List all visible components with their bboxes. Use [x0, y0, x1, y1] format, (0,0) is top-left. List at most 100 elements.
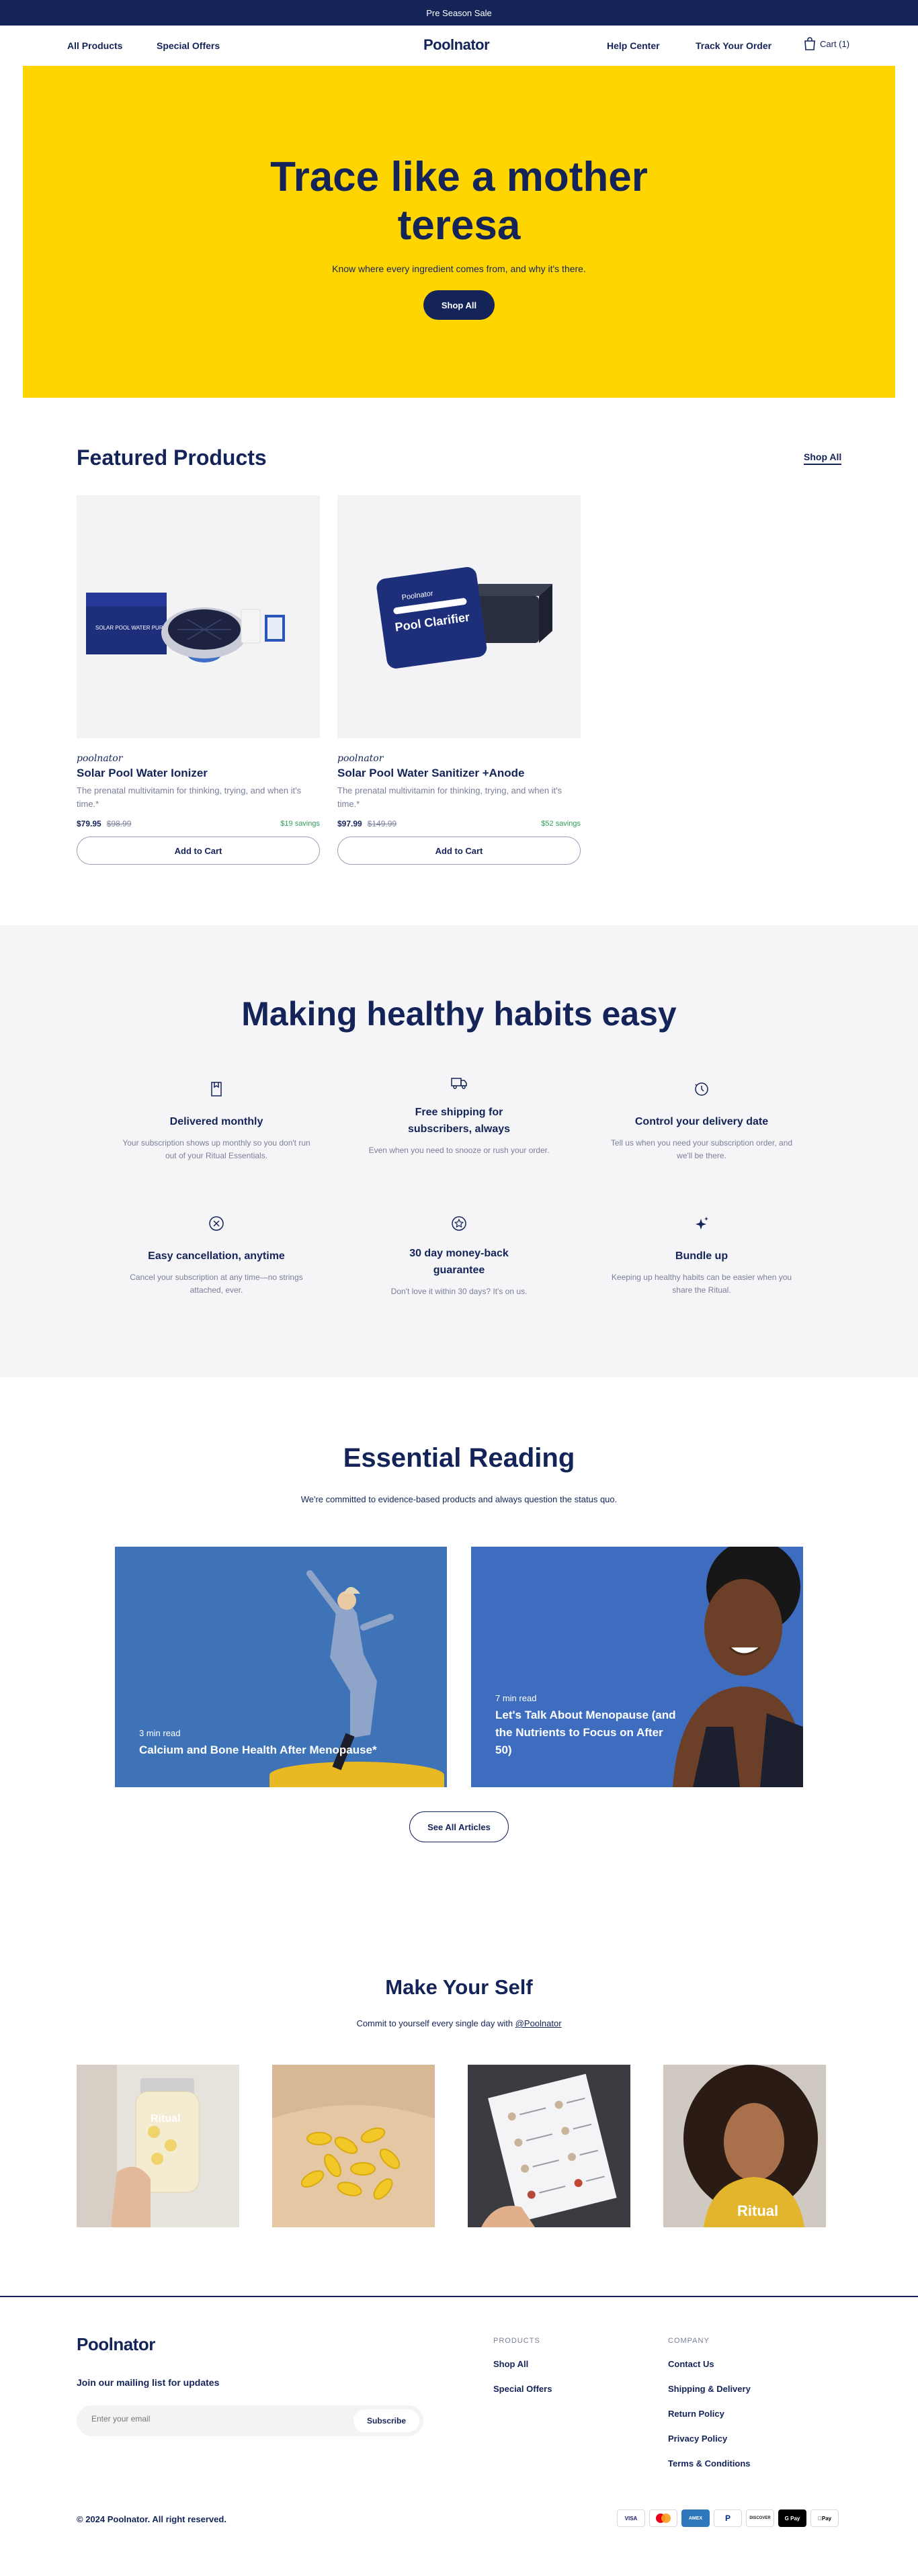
habit-item: Free shipping for subscribers, always Ev…	[365, 1074, 553, 1157]
product-card[interactable]: Poolnator Pool Clarifier poolnator Solar…	[337, 495, 581, 865]
habit-title: 30 day money-back guarantee	[409, 1248, 509, 1276]
habit-item: Delivered monthly Your subscription show…	[122, 1080, 310, 1162]
habit-description: Even when you need to snooze or rush you…	[368, 1146, 550, 1155]
footer-link-special-offers[interactable]: Special Offers	[493, 2384, 552, 2394]
product-savings: $19 savings	[280, 820, 320, 828]
footer-divider	[0, 2296, 918, 2297]
sanitizer-product-illustration: Poolnator Pool Clarifier	[376, 567, 552, 669]
footer-link-terms[interactable]: Terms & Conditions	[668, 2458, 751, 2468]
announcement-text: Pre Season Sale	[426, 7, 492, 18]
discover-label: DISCOVER	[749, 2516, 771, 2520]
habit-item: Easy cancellation, anytime Cancel your s…	[122, 1215, 310, 1297]
amex-label: AMEX	[688, 2516, 703, 2521]
hero-shop-all-button[interactable]: Shop All	[423, 290, 495, 320]
social-image	[272, 2065, 435, 2227]
social-handle-link[interactable]: @Poolnator	[515, 2018, 562, 2028]
visa-label: VISA	[624, 2515, 638, 2522]
habit-description: Your subscription shows up monthly so yo…	[122, 1138, 310, 1160]
habit-title: Control your delivery date	[634, 1116, 769, 1127]
social-tile[interactable]	[272, 2065, 435, 2227]
package-icon	[211, 1082, 222, 1097]
footer-link-shipping[interactable]: Shipping & Delivery	[668, 2384, 751, 2394]
product-price-row: $79.95 $98.99 $19 savings	[77, 819, 320, 828]
cart-label: Cart (1)	[820, 38, 850, 49]
featured-shop-all-link[interactable]: Shop All	[804, 452, 842, 465]
article-card[interactable]: 7 min read Let's Talk About Menopause (a…	[471, 1547, 803, 1787]
product-price: $97.99	[337, 819, 362, 828]
mastercard-icon	[649, 2509, 677, 2527]
footer-link-shop-all[interactable]: Shop All	[493, 2359, 528, 2369]
announcement-bar: Pre Season Sale	[0, 0, 918, 26]
footer-products-heading: PRODUCTS	[493, 2337, 540, 2345]
product-card[interactable]: SOLAR POOL WATER PURIFIER poolnator Sola…	[77, 495, 320, 865]
social-tile[interactable]: Ritual	[663, 2065, 826, 2227]
footer-logo[interactable]: Poolnator	[77, 2334, 155, 2355]
visa-icon: VISA	[617, 2509, 645, 2527]
nav-help-center[interactable]: Help Center	[607, 40, 660, 51]
footer-link-contact[interactable]: Contact Us	[668, 2359, 714, 2369]
featured-title: Featured Products	[77, 445, 267, 470]
habit-description: Don't love it within 30 days? It's on us…	[390, 1287, 528, 1296]
product-price-row: $97.99 $149.99 $52 savings	[337, 819, 581, 828]
product-savings: $52 savings	[541, 820, 581, 828]
ionizer-product-illustration: SOLAR POOL WATER PURIFIER	[86, 593, 285, 662]
social-tile[interactable]: Ritual	[77, 2065, 239, 2227]
social-image	[468, 2065, 630, 2227]
tile-shirt-text: Ritual	[737, 2202, 778, 2219]
hero-subtitle: Know where every ingredient comes from, …	[332, 263, 586, 274]
subscribe-button[interactable]: Subscribe	[353, 2409, 419, 2432]
mastercard-logo	[656, 2514, 671, 2523]
social-tile[interactable]	[468, 2065, 630, 2227]
cart-button[interactable]: Cart (1)	[804, 37, 849, 50]
gpay-label: G Pay	[784, 2515, 800, 2522]
product-description: The prenatal multivitamin for thinking, …	[337, 785, 562, 809]
paypal-icon: P	[714, 2509, 742, 2527]
apple-pay-icon: Pay	[810, 2509, 839, 2527]
article-meta: 7 min read	[495, 1693, 537, 1703]
habit-title: Delivered monthly	[169, 1116, 263, 1127]
habit-description: Keeping up healthy habits can be easier …	[611, 1273, 792, 1295]
cancel-icon	[209, 1216, 224, 1231]
email-input[interactable]	[91, 2414, 293, 2423]
shopping-bag-icon	[804, 37, 815, 50]
add-to-cart-button[interactable]: Add to Cart	[77, 836, 320, 865]
product-image[interactable]: Poolnator Pool Clarifier	[337, 495, 581, 738]
add-to-cart-button[interactable]: Add to Cart	[337, 836, 581, 865]
habit-description: Tell us when you need your subscription …	[610, 1138, 793, 1160]
mailing-title: Join our mailing list for updates	[77, 2377, 220, 2388]
product-price: $79.95	[77, 819, 101, 828]
discover-icon: DISCOVER	[746, 2509, 774, 2527]
product-name[interactable]: Solar Pool Water Ionizer	[77, 767, 320, 780]
product-description: The prenatal multivitamin for thinking, …	[77, 785, 302, 809]
footer-link-privacy[interactable]: Privacy Policy	[668, 2434, 727, 2444]
article-title[interactable]: Calcium and Bone Health After Menopause*	[139, 1742, 428, 1759]
social-subtitle: Commit to yourself every single day with…	[0, 2018, 918, 2028]
product-name[interactable]: Solar Pool Water Sanitizer +Anode	[337, 767, 581, 780]
tile-brand-text: Ritual	[151, 2113, 180, 2124]
nav-track-order[interactable]: Track Your Order	[696, 40, 771, 51]
article-meta: 3 min read	[139, 1728, 181, 1738]
product-image[interactable]: SOLAR POOL WATER PURIFIER	[77, 495, 320, 738]
star-badge-icon	[452, 1216, 466, 1231]
social-subtitle-text: Commit to yourself every single day with	[356, 2018, 515, 2028]
nav-special-offers[interactable]: Special Offers	[157, 40, 220, 51]
truck-icon	[451, 1078, 467, 1089]
reading-subtitle: We're committed to evidence-based produc…	[300, 1494, 618, 1504]
hero-title: Trace like a mother teresa	[270, 154, 648, 249]
see-all-articles-button[interactable]: See All Articles	[409, 1811, 509, 1842]
habit-item: Control your delivery date Tell us when …	[608, 1080, 796, 1162]
habit-title: Bundle up	[675, 1250, 728, 1262]
clock-icon	[695, 1082, 708, 1096]
sparkle-icon	[696, 1217, 708, 1230]
article-title[interactable]: Let's Talk About Menopause (and the Nutr…	[495, 1707, 677, 1759]
nav-all-products[interactable]: All Products	[67, 40, 122, 51]
article-card[interactable]: 3 min read Calcium and Bone Health After…	[115, 1547, 447, 1787]
habits-title: Making healthy habits easy	[241, 995, 677, 1033]
google-pay-icon: G Pay	[778, 2509, 806, 2527]
footer-link-returns[interactable]: Return Policy	[668, 2409, 724, 2419]
newsletter-form: Subscribe	[77, 2405, 423, 2436]
product-old-price: $98.99	[106, 819, 132, 828]
habit-title: Easy cancellation, anytime	[148, 1250, 285, 1262]
reading-title: Essential Reading	[343, 1443, 575, 1473]
site-logo[interactable]: Poolnator	[423, 36, 490, 54]
